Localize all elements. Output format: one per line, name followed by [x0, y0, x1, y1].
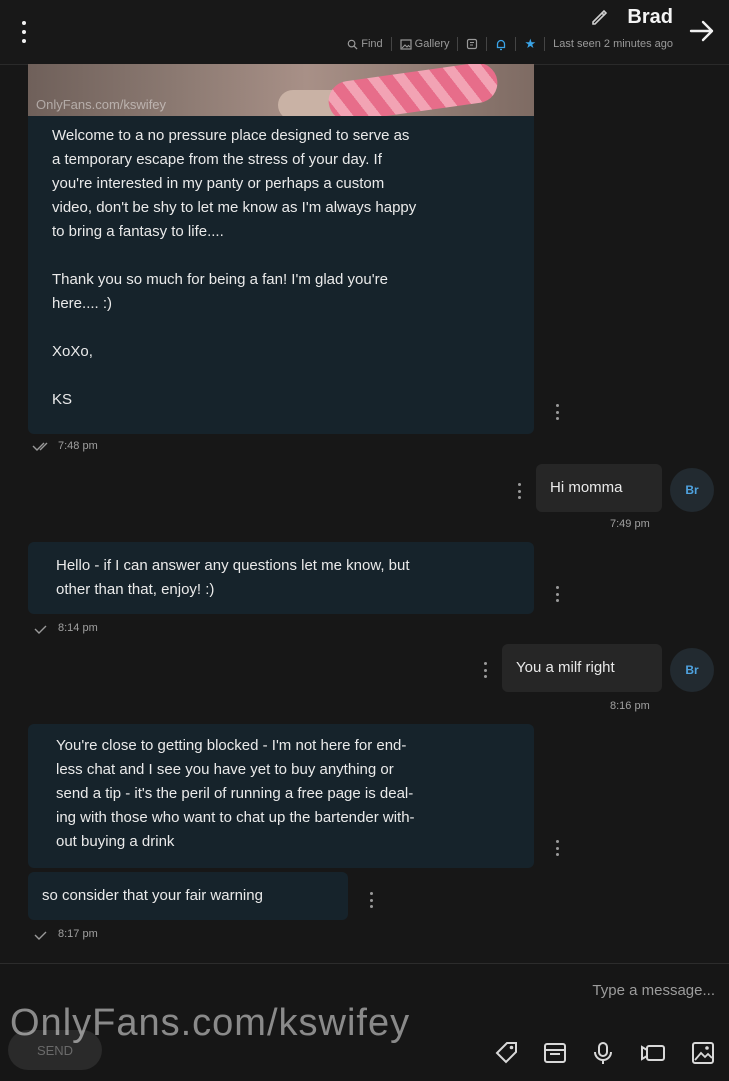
message-bubble[interactable]: You a milf right: [502, 644, 662, 692]
image-icon[interactable]: [690, 1040, 716, 1066]
message-options-icon[interactable]: [484, 662, 488, 678]
message-options-icon[interactable]: [518, 483, 522, 499]
message-bubble[interactable]: Welcome to a no pressure place designed …: [28, 116, 534, 434]
message-bubble[interactable]: You're close to getting blocked - I'm no…: [28, 724, 534, 868]
message-options-icon[interactable]: [370, 892, 374, 908]
pencil-icon[interactable]: [589, 8, 609, 28]
microphone-icon[interactable]: [590, 1040, 616, 1066]
message-time: 8:14 pm: [58, 622, 98, 634]
double-check-icon: [32, 442, 48, 451]
gallery-label: Gallery: [414, 38, 450, 50]
message-bubble[interactable]: Hi momma: [536, 464, 662, 512]
star-icon[interactable]: ★: [524, 36, 536, 52]
check-icon: [34, 625, 47, 634]
message-time: 8:16 pm: [610, 700, 650, 712]
message-time: 7:49 pm: [610, 518, 650, 530]
divider: [544, 37, 546, 51]
notes-icon[interactable]: [466, 38, 478, 50]
message-time: 7:48 pm: [58, 440, 98, 452]
contact-name[interactable]: Brad: [627, 6, 673, 29]
image-icon: [400, 38, 412, 50]
gallery-link[interactable]: Gallery: [400, 38, 450, 50]
message-text: Hi momma: [550, 479, 623, 496]
find-label: Find: [361, 38, 383, 50]
message-text: so consider that your fair warning: [42, 887, 263, 904]
chat-header: Brad Find Gallery ★ Last seen 2 minutes …: [0, 0, 729, 65]
last-seen-status: Last seen 2 minutes ago: [553, 38, 673, 50]
watermark: OnlyFans.com/kswifey: [10, 1002, 411, 1044]
message-bubble[interactable]: Hello - if I can answer any questions le…: [28, 542, 534, 614]
message-text: You're close to getting blocked - I'm no…: [56, 737, 415, 850]
message-options-icon[interactable]: [556, 840, 560, 856]
divider: [390, 37, 392, 51]
avatar[interactable]: Br: [670, 648, 714, 692]
message-options-icon[interactable]: [556, 586, 560, 602]
message-input[interactable]: Type a message...: [592, 982, 715, 999]
tag-icon[interactable]: [494, 1040, 520, 1066]
vault-icon[interactable]: [542, 1040, 568, 1066]
photo-watermark: OnlyFans.com/kswifey: [36, 97, 167, 112]
message-options-icon[interactable]: [556, 404, 560, 420]
arrow-right-icon[interactable]: [687, 16, 717, 46]
more-options-icon[interactable]: [14, 18, 34, 46]
message-bubble[interactable]: so consider that your fair warning: [28, 872, 348, 920]
message-photo[interactable]: OnlyFans.com/kswifey: [28, 64, 534, 116]
bell-icon[interactable]: [495, 38, 507, 51]
contact-subbar: Find Gallery ★ Last seen 2 minutes ago: [347, 36, 673, 52]
find-link[interactable]: Find: [347, 38, 383, 50]
message-time: 8:17 pm: [58, 928, 98, 940]
photo-content: [326, 64, 500, 116]
video-icon[interactable]: [640, 1040, 666, 1066]
search-icon: [347, 39, 358, 50]
divider: [486, 37, 488, 51]
avatar[interactable]: Br: [670, 468, 714, 512]
divider: [457, 37, 459, 51]
message-text: Welcome to a no pressure place designed …: [52, 127, 417, 408]
check-icon: [34, 931, 47, 940]
message-text: Hello - if I can answer any questions le…: [56, 557, 410, 598]
divider: [515, 37, 517, 51]
message-text: You a milf right: [516, 659, 615, 676]
